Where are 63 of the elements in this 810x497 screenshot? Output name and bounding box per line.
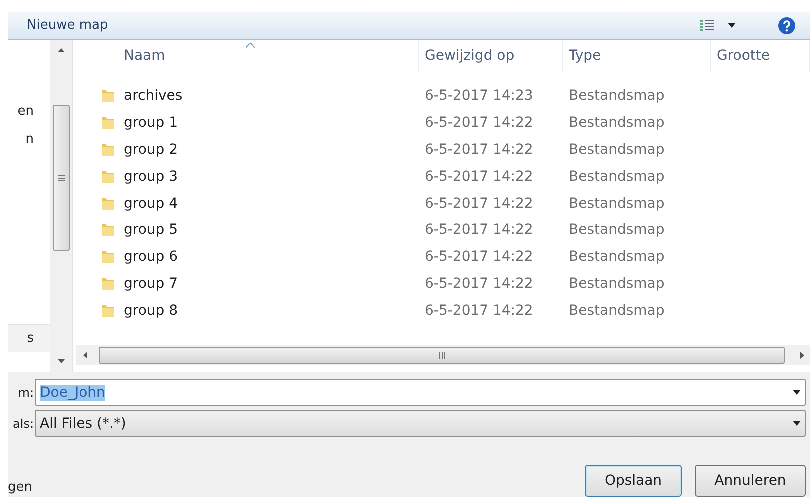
file-name[interactable]: group 2 <box>124 142 178 158</box>
modified-date: 6-5-2017 14:23 <box>424 88 534 104</box>
modified-date: 6-5-2017 14:22 <box>424 142 534 158</box>
file-name[interactable]: group 4 <box>124 196 178 212</box>
filename-field[interactable]: Doe_John <box>35 379 806 406</box>
column-header[interactable]: Gewijzigd op <box>419 40 563 72</box>
column-header[interactable]: Naam <box>73 40 419 72</box>
folder-icon <box>100 196 116 212</box>
file-type: Bestandsmap <box>568 249 666 266</box>
file-name[interactable]: group 1 <box>124 115 178 132</box>
file-name[interactable]: group 5 <box>124 222 178 238</box>
sort-caret-icon <box>246 43 254 48</box>
file-name[interactable]: group 8 <box>124 302 178 319</box>
modified-date: 6-5-2017 14:22 <box>424 249 534 266</box>
new-folder-button[interactable]: Nieuwe map <box>27 18 108 33</box>
modified-date: 6-5-2017 14:22 <box>424 276 534 292</box>
nav-item[interactable]: s <box>8 324 50 352</box>
file-type: Bestandsmap <box>568 115 666 132</box>
dropdown-caret-icon[interactable] <box>728 23 736 28</box>
help-icon[interactable] <box>778 16 796 34</box>
folder-icon <box>100 115 116 132</box>
field-label: m: <box>17 386 35 400</box>
file-type: Bestandsmap <box>568 222 666 238</box>
scroll-up-arrow-icon[interactable] <box>58 47 64 54</box>
file-type: Bestandsmap <box>568 168 666 185</box>
file-name[interactable]: group 7 <box>124 276 178 292</box>
folder-icon <box>100 142 116 158</box>
dropdown-caret-icon[interactable] <box>793 421 801 426</box>
file-type: Bestandsmap <box>568 142 666 158</box>
folder-icon <box>100 88 116 104</box>
modified-date: 6-5-2017 14:22 <box>424 222 534 238</box>
file-type: Bestandsmap <box>568 88 666 104</box>
file-name[interactable]: archives <box>124 88 183 104</box>
folder-icon <box>100 168 116 185</box>
modified-date: 6-5-2017 14:22 <box>424 168 534 185</box>
hide-folders-link[interactable]: gen <box>8 480 32 495</box>
field-label: als: <box>12 416 35 430</box>
folder-icon <box>100 222 116 238</box>
cancel-button[interactable]: Annuleren <box>695 465 806 497</box>
file-name[interactable]: group 6 <box>124 249 178 266</box>
modified-date: 6-5-2017 14:22 <box>424 196 534 212</box>
scroll-right-arrow-icon[interactable] <box>799 352 806 358</box>
nav-item[interactable]: en <box>8 98 50 126</box>
scroll-left-arrow-icon[interactable] <box>82 352 89 358</box>
dropdown-caret-icon[interactable] <box>793 390 801 395</box>
modified-date: 6-5-2017 14:22 <box>424 115 534 132</box>
scroll-down-arrow-icon[interactable] <box>58 358 64 365</box>
nav-item[interactable]: n <box>8 126 50 154</box>
folder-icon <box>100 302 116 319</box>
scrollbar-thumb[interactable] <box>52 105 70 251</box>
file-type: Bestandsmap <box>568 196 666 212</box>
file-name[interactable]: group 3 <box>124 168 178 185</box>
file-type-select[interactable]: All Files (*.*) <box>35 410 806 437</box>
column-header[interactable]: Type <box>563 40 711 72</box>
folder-icon <box>100 276 116 292</box>
view-list-icon[interactable] <box>700 18 714 32</box>
scrollbar-thumb[interactable] <box>99 346 785 364</box>
column-header[interactable]: Grootte <box>711 40 810 72</box>
folder-icon <box>100 249 116 266</box>
file-type: Bestandsmap <box>568 276 666 292</box>
save-button[interactable]: Opslaan <box>585 465 682 497</box>
modified-date: 6-5-2017 14:22 <box>424 302 534 319</box>
file-type: Bestandsmap <box>568 302 666 319</box>
